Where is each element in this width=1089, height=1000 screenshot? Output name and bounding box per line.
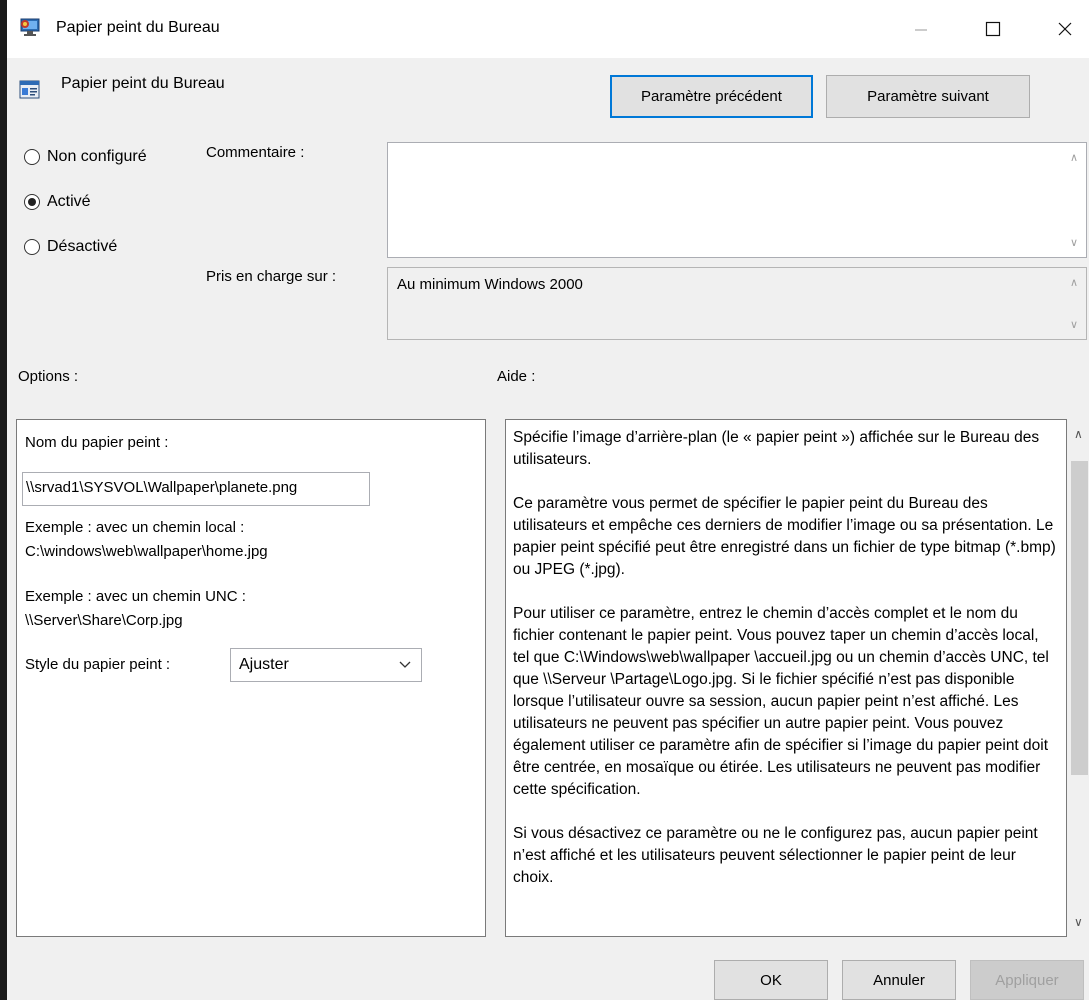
help-scrollbar[interactable]: ∧ ∨ [1068, 419, 1089, 937]
radio-not-configured[interactable]: Non configuré [24, 148, 147, 166]
scroll-up-icon[interactable]: ∧ [1074, 427, 1083, 441]
scroll-down-icon[interactable]: ∨ [1074, 915, 1083, 929]
wallpaper-name-input[interactable]: \\srvad1\SYSVOL\Wallpaper\planete.png [22, 472, 370, 506]
ok-button[interactable]: OK [714, 960, 828, 1000]
radio-circle [24, 239, 40, 255]
help-paragraph: Si vous désactivez ce paramètre ou ne le… [513, 825, 1038, 886]
scrollbar-thumb[interactable] [1071, 461, 1088, 775]
supported-on-value: Au minimum Windows 2000 [397, 276, 583, 293]
minimize-button[interactable] [898, 8, 944, 50]
options-label: Options : [18, 368, 79, 385]
chevron-down-icon [399, 661, 411, 668]
minimize-icon [915, 29, 927, 31]
radio-circle [24, 149, 40, 165]
comment-label: Commentaire : [206, 144, 305, 161]
example-unc-label: Exemple : avec un chemin UNC : [25, 588, 246, 605]
wallpaper-name-value: \\srvad1\SYSVOL\Wallpaper\planete.png [26, 479, 298, 496]
desktop-settings-icon [18, 14, 44, 40]
help-paragraph: Pour utiliser ce paramètre, entrez le ch… [513, 605, 1049, 798]
window-title: Papier peint du Bureau [56, 19, 220, 36]
scroll-down-icon[interactable]: ∨ [1070, 320, 1078, 331]
radio-label-enabled: Activé [47, 193, 91, 210]
maximize-icon [985, 21, 1001, 37]
help-paragraph: Spécifie l’image d’arrière-plan (le « pa… [513, 429, 1040, 468]
maximize-button[interactable] [970, 8, 1016, 50]
scroll-down-icon[interactable]: ∨ [1070, 238, 1078, 249]
wallpaper-style-value: Ajuster [239, 656, 289, 673]
setting-name: Papier peint du Bureau [61, 75, 225, 92]
help-label: Aide : [497, 368, 536, 385]
previous-setting-button[interactable]: Paramètre précédent [610, 75, 813, 118]
scroll-up-icon[interactable]: ∧ [1070, 153, 1078, 164]
radio-label-disabled: Désactivé [47, 238, 118, 255]
wallpaper-name-label: Nom du papier peint : [25, 434, 169, 451]
help-paragraph: Ce paramètre vous permet de spécifier le… [513, 495, 1056, 578]
apply-button[interactable]: Appliquer [970, 960, 1084, 1000]
comment-textarea[interactable]: ∧ ∨ [387, 142, 1087, 258]
example-unc-path: \\Server\Share\Corp.jpg [25, 612, 183, 629]
policy-setting-icon [18, 78, 42, 102]
scroll-up-icon[interactable]: ∧ [1070, 278, 1078, 289]
cancel-button[interactable]: Annuler [842, 960, 956, 1000]
radio-circle-selected [24, 194, 40, 210]
help-text: Spécifie l’image d’arrière-plan (le « pa… [513, 427, 1058, 911]
supported-on-label: Pris en charge sur : [206, 268, 337, 285]
close-button[interactable] [1042, 8, 1088, 50]
radio-disabled[interactable]: Désactivé [24, 238, 117, 256]
help-panel: Spécifie l’image d’arrière-plan (le « pa… [505, 419, 1067, 937]
background-window-edge [0, 0, 7, 1000]
supported-on-field: Au minimum Windows 2000 ∧ ∨ [387, 267, 1087, 340]
example-local-label: Exemple : avec un chemin local : [25, 519, 245, 536]
radio-enabled[interactable]: Activé [24, 193, 91, 211]
next-setting-button[interactable]: Paramètre suivant [826, 75, 1030, 118]
radio-label-not-configured: Non configuré [47, 148, 147, 165]
wallpaper-style-label: Style du papier peint : [25, 656, 171, 673]
wallpaper-style-select[interactable]: Ajuster [230, 648, 422, 682]
example-local-path: C:\windows\web\wallpaper\home.jpg [25, 543, 268, 560]
close-icon [1058, 22, 1072, 36]
options-panel: Nom du papier peint : \\srvad1\SYSVOL\Wa… [16, 419, 486, 937]
